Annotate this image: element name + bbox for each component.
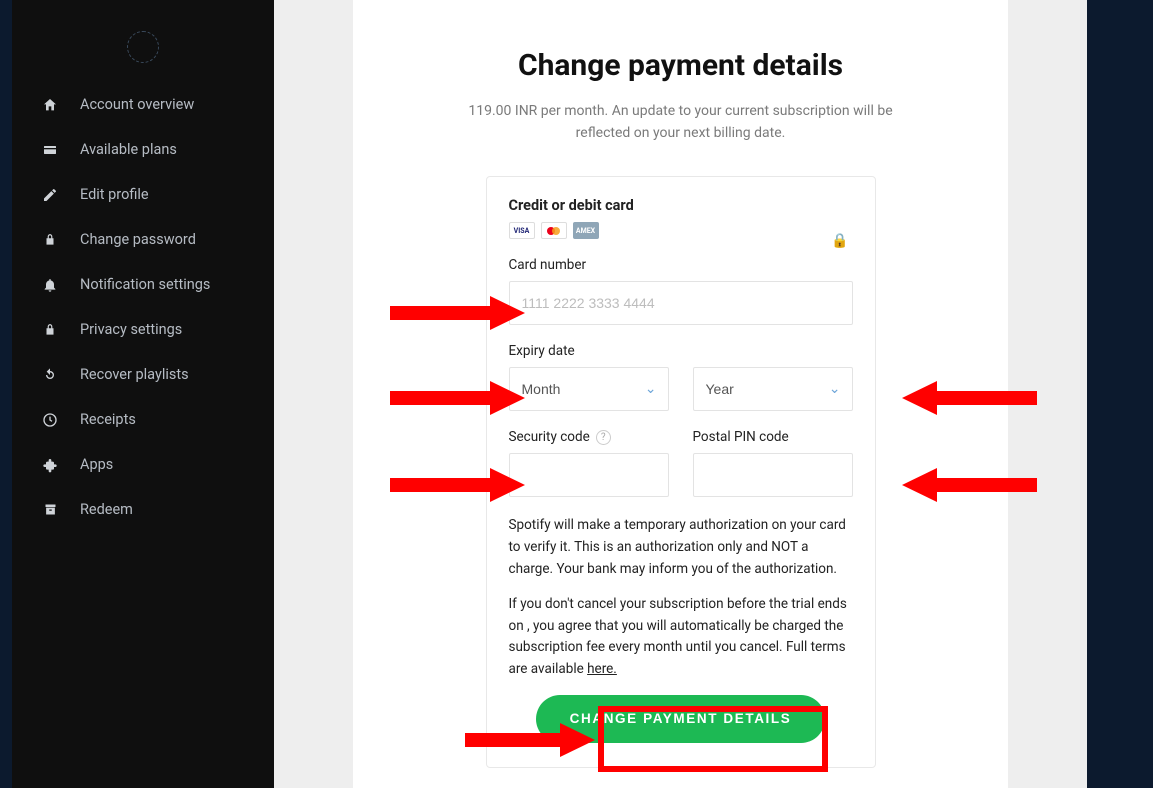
card-section-label: Credit or debit card xyxy=(509,197,853,214)
postal-pin-label: Postal PIN code xyxy=(693,429,853,445)
postal-pin-input[interactable] xyxy=(693,453,853,497)
security-code-label: Security code ? xyxy=(509,429,669,445)
expiry-label: Expiry date xyxy=(509,343,853,359)
visa-icon: VISA xyxy=(509,222,535,239)
sidebar-item-change-password[interactable]: Change password xyxy=(12,217,274,262)
sidebar-item-receipts[interactable]: Receipts xyxy=(12,397,274,442)
sidebar-logo xyxy=(12,12,274,82)
sidebar-item-redeem[interactable]: Redeem xyxy=(12,487,274,532)
change-payment-details-button[interactable]: CHANGE PAYMENT DETAILS xyxy=(536,695,826,743)
lock-icon xyxy=(40,233,60,247)
archive-icon xyxy=(40,502,60,517)
sidebar-item-recover-playlists[interactable]: Recover playlists xyxy=(12,352,274,397)
sidebar-item-label: Privacy settings xyxy=(80,321,182,338)
sidebar-item-label: Receipts xyxy=(80,411,136,428)
sidebar-item-label: Edit profile xyxy=(80,186,149,203)
logo-icon xyxy=(127,31,159,63)
mastercard-icon xyxy=(541,222,567,239)
card-number-label: Card number xyxy=(509,257,853,273)
home-icon xyxy=(40,97,60,113)
amex-icon: AMEX xyxy=(573,222,599,239)
authorization-notice: Spotify will make a temporary authorizat… xyxy=(509,515,853,580)
card-number-input[interactable] xyxy=(509,281,853,325)
sidebar-item-label: Apps xyxy=(80,456,113,473)
sidebar-item-label: Redeem xyxy=(80,501,133,518)
lock-icon: 🔒 xyxy=(831,233,848,249)
sidebar-item-label: Notification settings xyxy=(80,276,210,293)
sidebar-item-edit-profile[interactable]: Edit profile xyxy=(12,172,274,217)
expiry-year-select[interactable]: Year xyxy=(693,367,853,411)
sidebar-item-notification-settings[interactable]: Notification settings xyxy=(12,262,274,307)
help-icon[interactable]: ? xyxy=(596,430,611,445)
security-code-input[interactable] xyxy=(509,453,669,497)
payment-card: Change payment details 119.00 INR per mo… xyxy=(353,0,1008,788)
bell-icon xyxy=(40,277,60,293)
sidebar-item-available-plans[interactable]: Available plans xyxy=(12,127,274,172)
sidebar-item-privacy-settings[interactable]: Privacy settings xyxy=(12,307,274,352)
lock-icon xyxy=(40,323,60,337)
sidebar: Account overview Available plans Edit pr… xyxy=(12,0,274,788)
sidebar-item-apps[interactable]: Apps xyxy=(12,442,274,487)
sidebar-item-label: Account overview xyxy=(80,96,194,113)
terms-link[interactable]: here. xyxy=(587,661,617,677)
page-title: Change payment details xyxy=(353,48,1008,83)
refresh-icon xyxy=(40,367,60,383)
pencil-icon xyxy=(40,187,60,203)
card-brand-icons: VISA AMEX xyxy=(509,222,853,239)
puzzle-icon xyxy=(40,457,60,473)
main-content: Change payment details 119.00 INR per mo… xyxy=(274,0,1087,788)
sidebar-item-label: Recover playlists xyxy=(80,366,189,383)
card-icon xyxy=(40,142,60,158)
page-subtitle: 119.00 INR per month. An update to your … xyxy=(446,101,916,144)
expiry-month-select[interactable]: Month xyxy=(509,367,669,411)
sidebar-item-label: Change password xyxy=(80,231,196,248)
payment-form: Credit or debit card VISA AMEX Card numb… xyxy=(486,176,876,767)
sidebar-item-label: Available plans xyxy=(80,141,177,158)
cancellation-notice: If you don't cancel your subscription be… xyxy=(509,594,853,680)
clock-icon xyxy=(40,412,60,428)
sidebar-item-account-overview[interactable]: Account overview xyxy=(12,82,274,127)
